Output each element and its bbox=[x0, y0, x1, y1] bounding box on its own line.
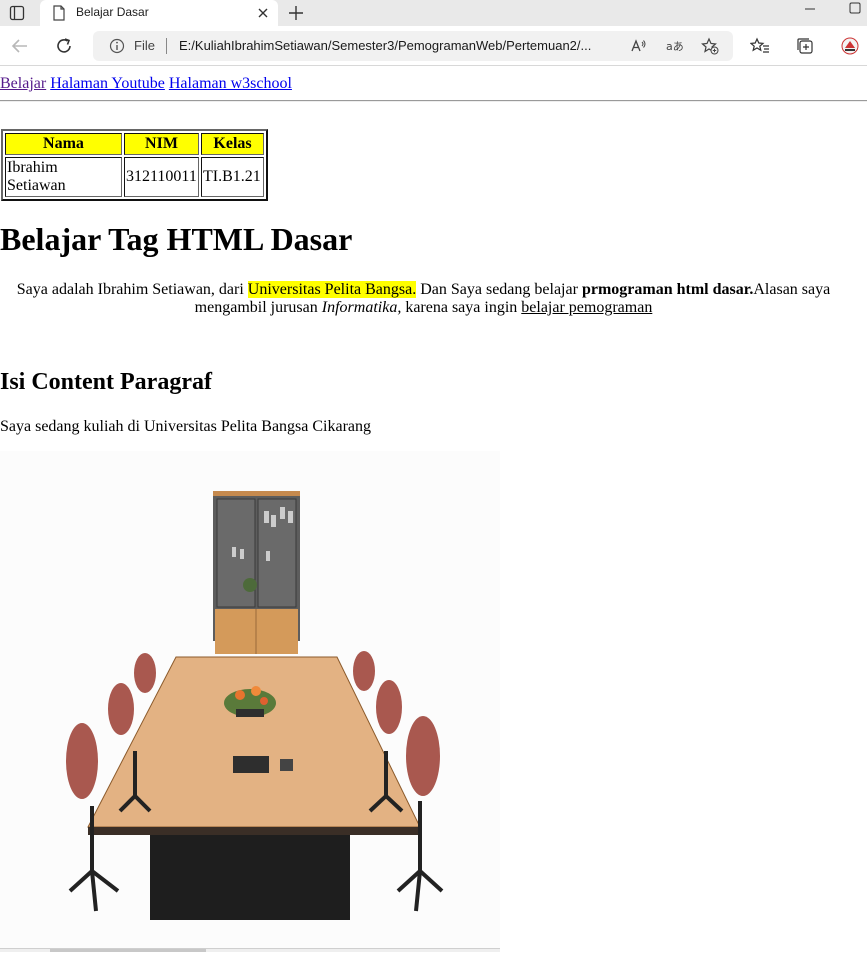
table-cell: 312110011 bbox=[124, 157, 199, 197]
content-paragraph: Saya sedang kuliah di Universitas Pelita… bbox=[0, 418, 372, 435]
url-separator bbox=[166, 38, 167, 54]
read-aloud-icon[interactable] bbox=[629, 37, 647, 55]
url-bar[interactable]: File E:/KuliahIbrahimSetiawan/Semester3/… bbox=[93, 31, 733, 61]
tab-bar: Belajar Dasar bbox=[0, 0, 867, 26]
scrollbar-thumb[interactable] bbox=[50, 949, 206, 952]
page-content: Belajar Halaman Youtube Halaman w3school… bbox=[0, 67, 867, 959]
page-icon bbox=[53, 5, 65, 21]
table-cell: Ibrahim Setiawan bbox=[5, 157, 122, 197]
address-bar: File E:/KuliahIbrahimSetiawan/Semester3/… bbox=[0, 26, 867, 66]
link-halaman-youtube[interactable]: Halaman Youtube bbox=[50, 75, 165, 92]
favorites-icon[interactable] bbox=[750, 36, 770, 56]
browser-tab[interactable]: Belajar Dasar bbox=[40, 0, 278, 26]
table-row: Ibrahim Setiawan 312110011 TI.B1.21 bbox=[5, 157, 264, 197]
bold-text: prmograman html dasar. bbox=[581, 281, 754, 298]
horizontal-rule bbox=[0, 100, 867, 102]
translate-icon[interactable]: aあ bbox=[665, 37, 683, 55]
italic-text: Informatika, bbox=[321, 299, 402, 316]
link-belajar[interactable]: Belajar bbox=[0, 75, 46, 92]
content-subheading: Isi Content Paragraf bbox=[0, 369, 212, 395]
table-header: Nama bbox=[5, 133, 122, 155]
extension-icon[interactable] bbox=[840, 36, 860, 56]
nav-links: Belajar Halaman Youtube Halaman w3school bbox=[0, 75, 292, 93]
info-icon[interactable] bbox=[109, 38, 125, 54]
table-header: NIM bbox=[124, 133, 199, 155]
highlighted-text: Universitas Pelita Bangsa. bbox=[247, 281, 417, 298]
minimize-icon[interactable] bbox=[795, 0, 825, 20]
back-arrow-icon[interactable] bbox=[9, 35, 31, 57]
refresh-icon[interactable] bbox=[53, 35, 75, 57]
url-text[interactable]: E:/KuliahIbrahimSetiawan/Semester3/Pemog… bbox=[179, 38, 619, 53]
intro-text: Dan Saya sedang belajar bbox=[416, 281, 582, 298]
student-table: Nama NIM Kelas Ibrahim Setiawan 31211001… bbox=[1, 129, 268, 201]
intro-text: karena saya ingin bbox=[401, 299, 522, 316]
meeting-room-image bbox=[0, 451, 500, 948]
page-heading: Belajar Tag HTML Dasar bbox=[0, 221, 353, 257]
table-header-row: Nama NIM Kelas bbox=[5, 133, 264, 155]
table-cell: TI.B1.21 bbox=[201, 157, 264, 197]
new-tab-icon[interactable] bbox=[286, 3, 306, 23]
link-halaman-w3school[interactable]: Halaman w3school bbox=[169, 75, 292, 92]
intro-text: Saya adalah Ibrahim Setiawan, dari bbox=[16, 281, 248, 298]
collections-icon[interactable] bbox=[795, 36, 815, 56]
horizontal-scrollbar[interactable] bbox=[0, 948, 500, 952]
close-tab-icon[interactable] bbox=[256, 6, 270, 20]
underlined-text: belajar pemograman bbox=[521, 299, 653, 316]
table-header: Kelas bbox=[201, 133, 264, 155]
intro-paragraph: Saya adalah Ibrahim Setiawan, dari Unive… bbox=[0, 281, 867, 317]
tab-actions-icon[interactable] bbox=[9, 5, 25, 21]
maximize-icon[interactable] bbox=[840, 0, 867, 20]
svg-text:aあ: aあ bbox=[666, 40, 683, 53]
add-favorite-icon[interactable] bbox=[701, 37, 719, 55]
file-label: File bbox=[134, 38, 155, 53]
tab-title: Belajar Dasar bbox=[76, 5, 149, 19]
